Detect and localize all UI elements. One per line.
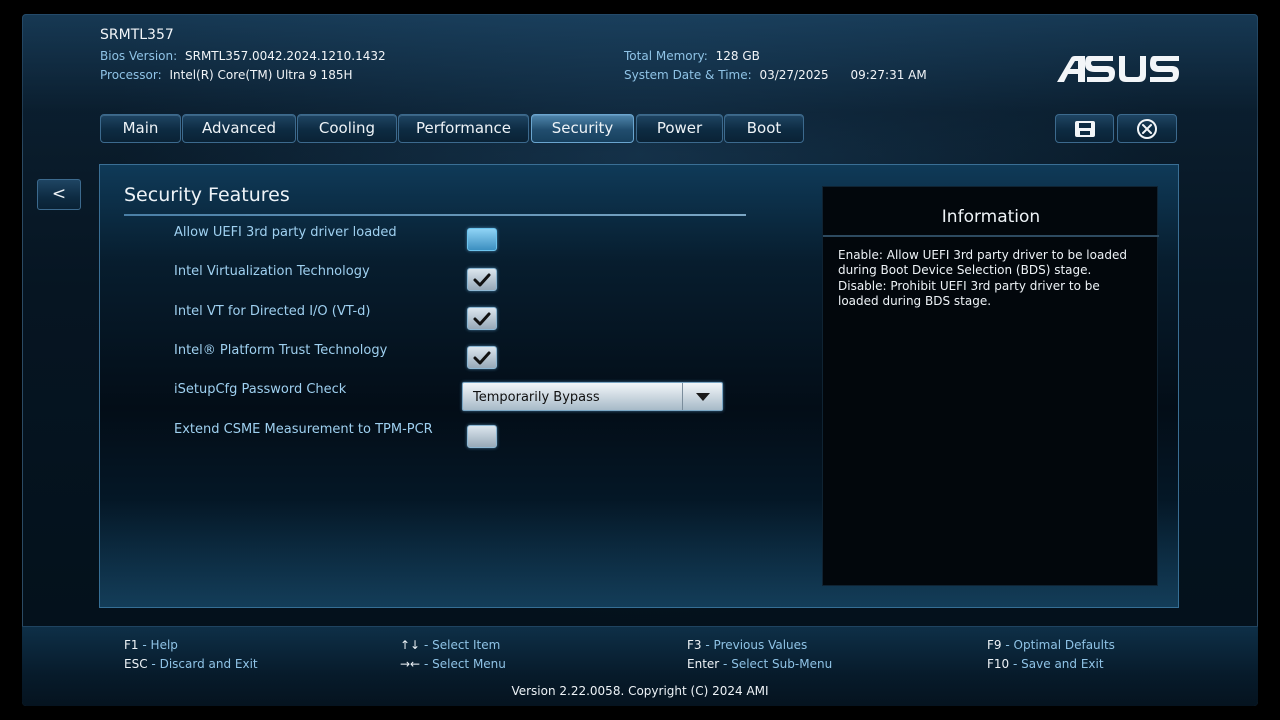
exit-button[interactable] <box>1117 114 1177 143</box>
bios-version-value: SRMTL357.0042.2024.1210.1432 <box>184 49 386 63</box>
hotkey-action: Select Item <box>432 638 501 652</box>
checkbox-uefi-3rd-party[interactable] <box>467 228 497 251</box>
tab-power[interactable]: Power <box>636 114 723 143</box>
bios-version-label: Bios Version: <box>100 49 178 63</box>
hotkey-esc: ESC - Discard and Exit <box>124 657 258 671</box>
memory-label: Total Memory: <box>624 49 708 63</box>
version-text: Version 2.22.0058. Copyright (C) 2024 AM… <box>511 684 769 698</box>
setting-label-uefi-3rd-party: Allow UEFI 3rd party driver loaded <box>174 225 397 240</box>
checkmark-icon <box>473 312 491 325</box>
hotkey-f3: F3 - Previous Values <box>687 638 807 652</box>
tab-advanced[interactable]: Advanced <box>182 114 296 143</box>
datetime-info: System Date & Time: 03/27/2025 09:27:31 … <box>624 68 927 82</box>
bios-version-info: Bios Version: SRMTL357.0042.2024.1210.14… <box>100 49 386 63</box>
model-name: SRMTL357 <box>100 27 174 43</box>
section-divider <box>124 214 746 216</box>
hotkey-enter: Enter - Select Sub-Menu <box>687 657 832 671</box>
hotkey-key: F1 <box>124 638 139 652</box>
setting-label-ptt: Intel® Platform Trust Technology <box>174 343 388 358</box>
hotkey-key: F9 <box>987 638 1002 652</box>
tab-security[interactable]: Security <box>531 114 634 143</box>
hotkey-key: ↑↓ <box>400 638 421 652</box>
information-title: Information <box>941 207 1041 227</box>
processor-label: Processor: <box>100 68 162 82</box>
information-text: Enable: Allow UEFI 3rd party driver to b… <box>838 248 1127 309</box>
hotkey-key: →← <box>400 657 421 671</box>
checkbox-vt-d[interactable] <box>467 307 497 330</box>
hotkey-action: Select Menu <box>432 657 506 671</box>
hotkey-action: Optimal Defaults <box>1013 638 1115 652</box>
hotkey-action: Help <box>150 638 178 652</box>
processor-value: Intel(R) Core(TM) Ultra 9 185H <box>169 68 353 82</box>
information-panel: Information Enable: Allow UEFI 3rd party… <box>822 186 1159 586</box>
hotkey-updown: ↑↓ - Select Item <box>400 638 500 652</box>
back-button[interactable]: < <box>37 179 81 210</box>
information-divider <box>823 235 1159 237</box>
date-value[interactable]: 03/27/2025 <box>759 68 828 82</box>
hotkey-action: Discard and Exit <box>159 657 258 671</box>
tab-boot[interactable]: Boot <box>724 114 804 143</box>
checkbox-intel-vt[interactable] <box>467 268 497 291</box>
processor-info: Processor: Intel(R) Core(TM) Ultra 9 185… <box>100 68 353 82</box>
tab-performance[interactable]: Performance <box>398 114 529 143</box>
hotkey-separator: - <box>1005 638 1010 652</box>
hotkey-key: F3 <box>687 638 702 652</box>
hotkey-separator: - <box>705 638 710 652</box>
hotkey-f9: F9 - Optimal Defaults <box>987 638 1115 652</box>
floppy-disk-icon <box>1074 120 1095 137</box>
setting-label-password-check: iSetupCfg Password Check <box>174 382 347 397</box>
setting-label-vt-d: Intel VT for Directed I/O (VT-d) <box>174 304 371 319</box>
hotkey-f10: F10 - Save and Exit <box>987 657 1104 671</box>
hotkey-action: Save and Exit <box>1021 657 1104 671</box>
memory-info: Total Memory: 128 GB <box>624 49 760 63</box>
close-circle-icon <box>1137 118 1157 139</box>
checkmark-icon <box>473 273 491 286</box>
hotkey-separator: - <box>1013 657 1018 671</box>
setting-label-csme-tpm: Extend CSME Measurement to TPM-PCR <box>174 422 433 437</box>
hotkey-f1: F1 - Help <box>124 638 178 652</box>
setting-label-intel-vt: Intel Virtualization Technology <box>174 264 370 279</box>
chevron-down-icon <box>695 392 710 401</box>
hotkey-leftright: →← - Select Menu <box>400 657 506 671</box>
checkmark-icon <box>473 351 491 364</box>
checkbox-ptt[interactable] <box>467 346 497 369</box>
time-value[interactable]: 09:27:31 AM <box>850 68 926 82</box>
hotkey-separator: - <box>723 657 728 671</box>
hotkey-separator: - <box>423 638 429 652</box>
tab-main[interactable]: Main <box>100 114 181 143</box>
asus-logo <box>1057 56 1179 82</box>
hotkey-action: Select Sub-Menu <box>731 657 833 671</box>
save-button[interactable] <box>1055 114 1114 143</box>
hotkey-key: Enter <box>687 657 720 671</box>
hotkey-key: F10 <box>987 657 1010 671</box>
hotkey-separator: - <box>142 638 147 652</box>
dropdown-arrow[interactable] <box>682 383 722 410</box>
tab-cooling[interactable]: Cooling <box>297 114 397 143</box>
hotkey-separator: - <box>151 657 156 671</box>
hotkey-action: Previous Values <box>713 638 808 652</box>
hotkey-separator: - <box>423 657 429 671</box>
hotkey-key: ESC <box>124 657 148 671</box>
password-check-select[interactable]: Temporarily Bypass <box>462 382 723 411</box>
checkbox-csme-tpm[interactable] <box>467 425 497 448</box>
password-check-value: Temporarily Bypass <box>473 390 600 405</box>
datetime-label: System Date & Time: <box>624 68 752 82</box>
section-title: Security Features <box>124 184 290 206</box>
memory-value: 128 GB <box>715 49 760 63</box>
